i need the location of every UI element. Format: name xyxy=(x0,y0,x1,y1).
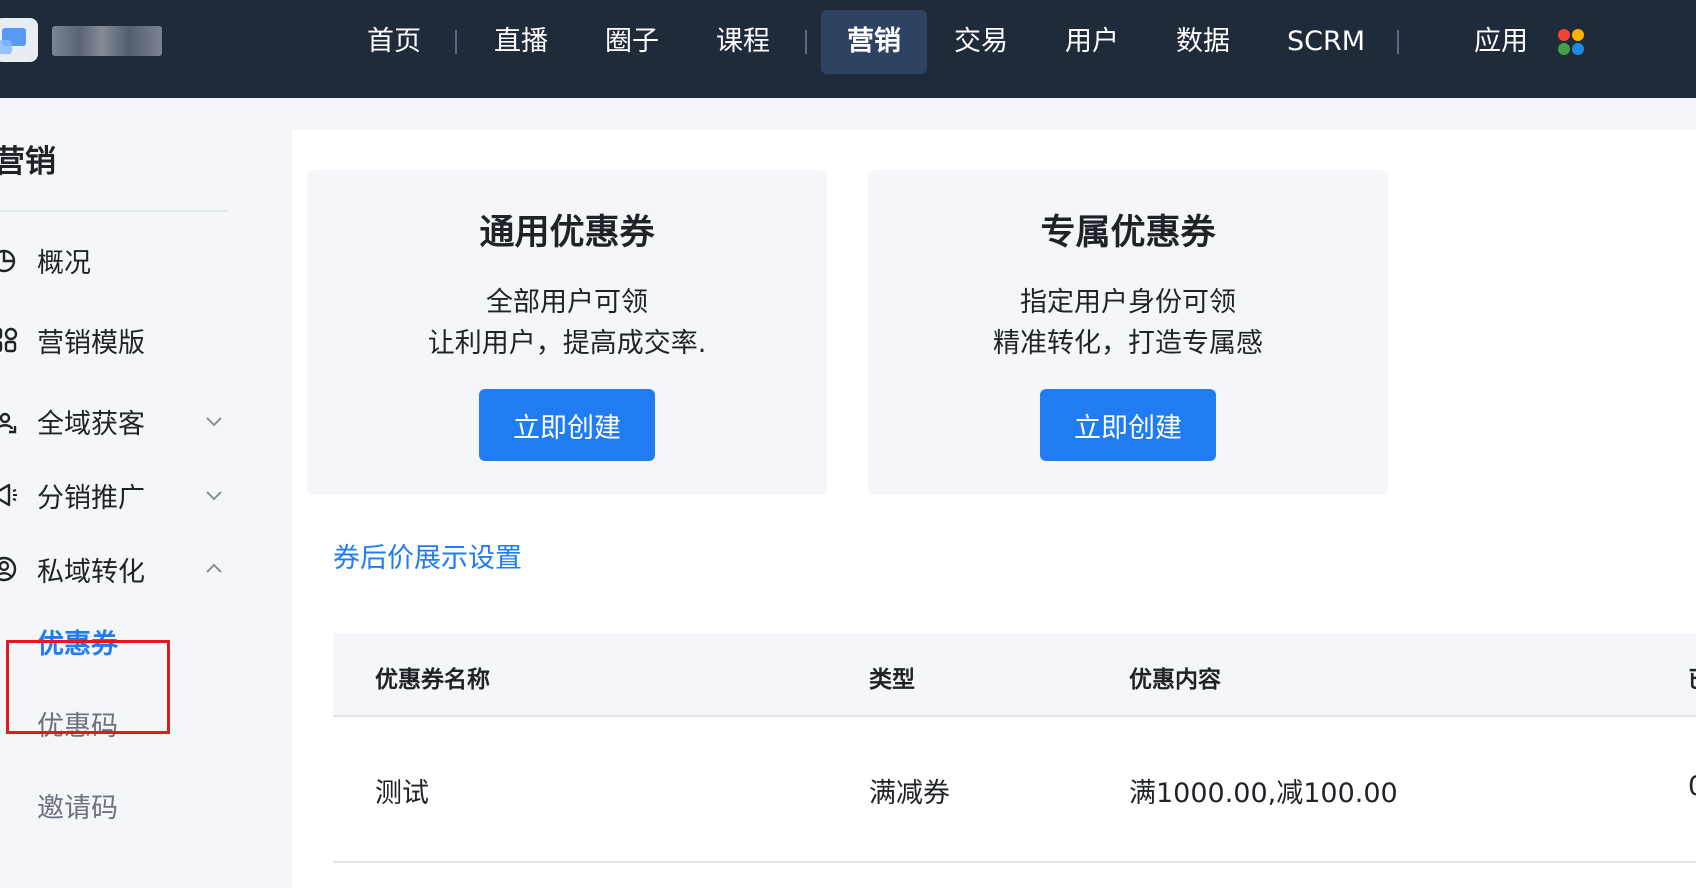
sidebar-title: 营销 xyxy=(0,144,56,180)
cell-partial: 0 xyxy=(1688,771,1696,802)
top-nav-bar: 首页 直播 圈子 课程 营销 交易 用户 数据 SCRM 应用 xyxy=(0,0,1696,98)
column-header-partial: 已 xyxy=(1688,660,1696,694)
nav-item-circle[interactable]: 圈子 xyxy=(605,10,659,74)
sidebar-item-label: 概况 xyxy=(37,247,91,279)
sidebar-item-label: 分销推广 xyxy=(37,482,145,514)
chevron-up-icon[interactable] xyxy=(204,559,224,579)
sidebar-divider xyxy=(0,210,228,212)
nav-item-course[interactable]: 课程 xyxy=(716,10,770,74)
sidebar-item-label: 营销模版 xyxy=(37,327,145,359)
card-desc-line: 全部用户可领 xyxy=(486,287,648,318)
column-header-name: 优惠券名称 xyxy=(375,667,490,693)
brand-logo-icon[interactable] xyxy=(0,18,38,62)
column-header-type: 类型 xyxy=(869,667,915,693)
nav-item-home[interactable]: 首页 xyxy=(367,10,421,74)
apps-grid-icon xyxy=(0,327,18,353)
highlight-annotation-box xyxy=(6,640,170,734)
sidebar: 营销 概况 营销模版 全域获客 分销推广 私域转化 优惠券 优惠码 邀请码 xyxy=(0,98,270,888)
card-general-coupon: 通用优惠券 全部用户可领 让利用户，提高成交率. 立即创建 xyxy=(307,170,827,495)
chevron-down-icon[interactable] xyxy=(204,485,224,505)
column-header-content: 优惠内容 xyxy=(1129,667,1221,693)
card-desc-line: 精准转化，打造专属感 xyxy=(993,328,1263,359)
card-title: 通用优惠券 xyxy=(479,213,655,253)
cell-coupon-content: 满1000.00,减100.00 xyxy=(1129,778,1398,809)
table-header: 优惠券名称 类型 优惠内容 已 xyxy=(333,633,1696,717)
card-exclusive-coupon: 专属优惠券 指定用户身份可领 精准转化，打造专属感 立即创建 xyxy=(868,170,1388,495)
create-general-coupon-button[interactable]: 立即创建 xyxy=(479,389,655,461)
card-title: 专属优惠券 xyxy=(1040,213,1216,253)
card-description: 全部用户可领 让利用户，提高成交率. xyxy=(307,282,827,364)
megaphone-icon xyxy=(0,483,17,507)
chevron-down-icon[interactable] xyxy=(204,411,224,431)
brand-name-blurred xyxy=(52,26,162,56)
nav-item-users[interactable]: 用户 xyxy=(1065,10,1119,74)
sidebar-item-label: 全域获客 xyxy=(37,408,145,440)
pie-chart-icon xyxy=(0,249,16,273)
apps-colorful-icon[interactable] xyxy=(1558,29,1586,57)
sidebar-subitem-invite-code[interactable]: 邀请码 xyxy=(37,786,118,825)
nav-item-data[interactable]: 数据 xyxy=(1176,10,1230,74)
nav-item-trade[interactable]: 交易 xyxy=(954,10,1008,74)
post-coupon-price-setting-link[interactable]: 券后价展示设置 xyxy=(333,536,522,575)
user-scan-icon xyxy=(0,412,17,434)
user-circle-icon xyxy=(0,556,17,582)
card-desc-line: 让利用户，提高成交率. xyxy=(427,328,707,359)
cell-coupon-name: 测试 xyxy=(375,778,429,809)
nav-item-scrm[interactable]: SCRM xyxy=(1287,10,1365,74)
nav-item-marketing[interactable]: 营销 xyxy=(821,10,927,74)
nav-item-live[interactable]: 直播 xyxy=(494,10,548,74)
nav-separator xyxy=(455,30,457,54)
main-content: 通用优惠券 全部用户可领 让利用户，提高成交率. 立即创建 专属优惠券 指定用户… xyxy=(292,130,1696,888)
create-exclusive-coupon-button[interactable]: 立即创建 xyxy=(1040,389,1216,461)
table-row[interactable]: 测试 满减券 满1000.00,减100.00 0 xyxy=(333,717,1696,863)
card-desc-line: 指定用户身份可领 xyxy=(1020,287,1236,318)
sidebar-item-label: 私域转化 xyxy=(37,556,145,588)
nav-separator xyxy=(805,30,807,54)
nav-item-apps[interactable]: 应用 xyxy=(1474,10,1528,74)
cell-coupon-type: 满减券 xyxy=(869,778,950,809)
card-description: 指定用户身份可领 精准转化，打造专属感 xyxy=(868,282,1388,364)
nav-separator xyxy=(1397,30,1399,54)
